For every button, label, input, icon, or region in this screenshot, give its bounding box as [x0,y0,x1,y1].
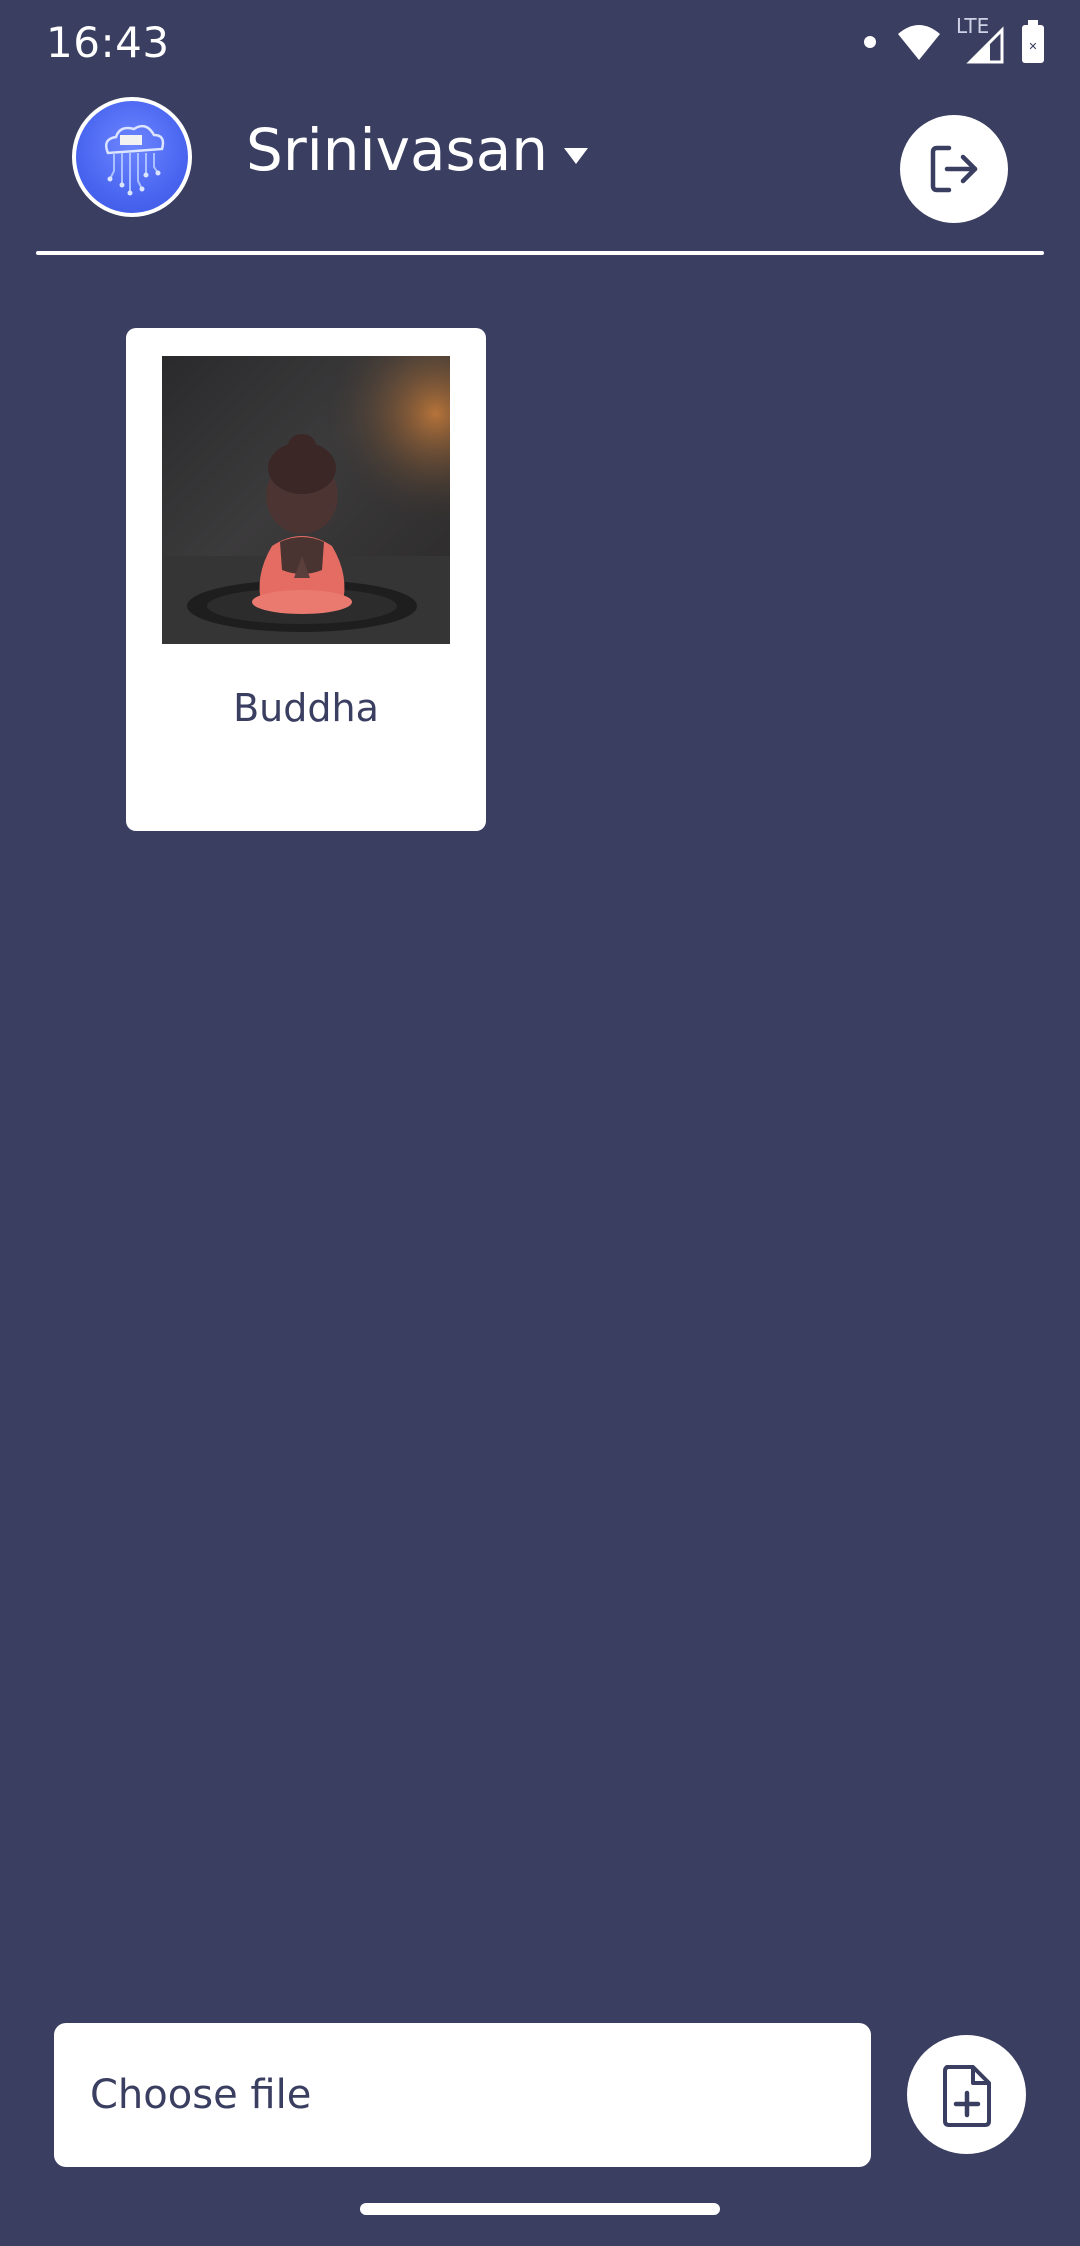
buddha-figurine-photo [162,356,450,644]
add-file-button[interactable] [907,2035,1026,2154]
choose-file-field[interactable]: Choose file [54,2023,871,2167]
item-title: Buddha [233,686,379,730]
logout-icon [930,145,978,193]
account-switcher[interactable]: Srinivasan [246,116,589,184]
account-name: Srinivasan [246,116,549,184]
status-icons: LTE ✕ [864,14,1046,66]
battery-icon: ✕ [1022,20,1044,63]
logout-button[interactable] [900,115,1008,223]
choose-file-label: Choose file [90,2072,312,2118]
wifi-icon [898,25,940,60]
cloud-circuit-logo-icon [76,101,188,213]
avatar[interactable] [72,97,192,217]
cell-signal-icon: LTE [956,14,1006,66]
svg-text:✕: ✕ [1028,40,1037,53]
dropdown-caret-icon [564,148,589,164]
item-card[interactable]: Buddha [126,328,486,831]
status-time: 16:43 [46,18,170,67]
header-divider [36,251,1044,255]
add-file-icon [942,2064,991,2127]
home-indicator[interactable] [360,2203,720,2215]
app-header: Srinivasan [0,90,1080,255]
notification-dot-icon [864,36,876,48]
status-bar: 16:43 LTE ✕ [0,0,1080,90]
